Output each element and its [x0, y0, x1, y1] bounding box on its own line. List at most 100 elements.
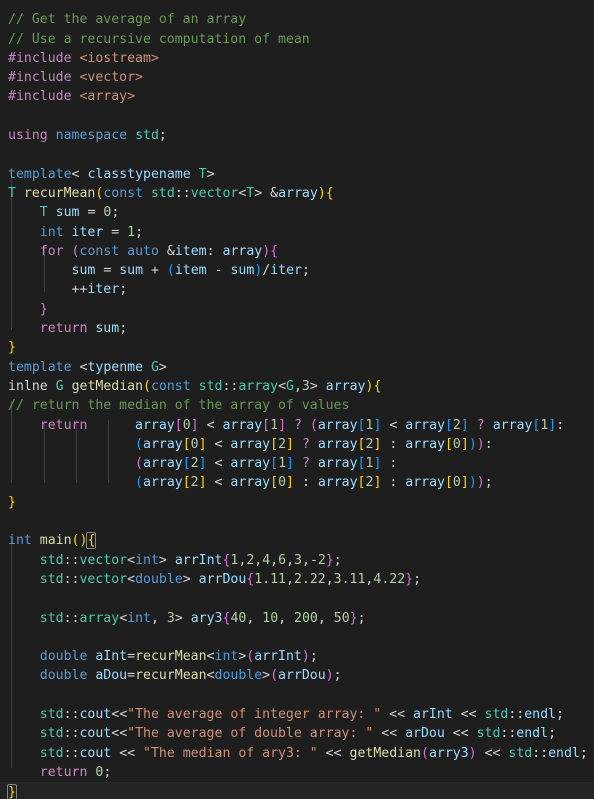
comma: , — [278, 610, 287, 626]
code-line-21[interactable]: inlne G getMedian(const std::array<G,3> … — [0, 377, 594, 396]
element-4: 4 — [262, 552, 271, 568]
code-line-34[interactable] — [0, 628, 594, 647]
paren-close: ) — [468, 436, 477, 452]
paren-open: ( — [166, 263, 175, 279]
code-line-33[interactable]: std::array<int, 3> ary3{40, 10, 200, 50}… — [0, 609, 594, 628]
keyword-const: const — [79, 243, 120, 259]
code-line-2[interactable]: // Get the average of an array — [0, 10, 594, 29]
code-line-11[interactable]: T recurMean(const std::vector<T> &array)… — [0, 184, 594, 203]
comma: , — [246, 610, 255, 626]
comma: , — [150, 610, 159, 626]
element-6: 6 — [278, 552, 287, 568]
brace-close-matched[interactable]: } — [7, 784, 17, 799]
number-one: 1 — [127, 224, 136, 240]
code-line-42-current[interactable]: } — [0, 782, 594, 799]
comma: , — [285, 571, 294, 587]
code-line-9[interactable] — [0, 145, 594, 164]
element-40: 40 — [230, 610, 247, 626]
brace-close: } — [325, 552, 334, 568]
code-line-12[interactable]: T sum = 0; — [0, 203, 594, 222]
code-line-14[interactable]: for (const auto &item: array){ — [0, 242, 594, 261]
element-3: 3 — [294, 552, 302, 568]
return-type-g: G — [55, 378, 64, 394]
scope-op: :: — [63, 706, 80, 722]
angle-open: < — [71, 166, 80, 182]
bracket-open: [ — [357, 475, 366, 491]
code-line-4[interactable]: #include <iostream> — [0, 49, 594, 68]
code-line-7[interactable] — [0, 107, 594, 126]
bracket-close: ] — [198, 436, 207, 452]
code-line-25[interactable]: (array[2] < array[1] ? array[1] : — [0, 454, 594, 473]
keyword-int: int — [135, 552, 159, 568]
angle-close: > — [182, 571, 191, 587]
code-line-13[interactable]: int iter = 1; — [0, 223, 594, 242]
variable-array: array — [317, 436, 358, 452]
code-line-3[interactable]: // Use a recursive computation of mean — [0, 30, 594, 49]
bracket-close: ] — [373, 475, 382, 491]
code-line-28[interactable] — [0, 512, 594, 531]
code-line-18[interactable]: return sum; — [0, 319, 594, 338]
code-line-29[interactable]: int main(){ — [0, 531, 594, 550]
bracket-close: ] — [373, 417, 382, 433]
code-line-36[interactable]: double aDou=recurMean<double>(arrDou); — [0, 666, 594, 685]
code-line-8[interactable]: using namespace std; — [0, 126, 594, 145]
brace-open-matched[interactable]: { — [86, 532, 97, 550]
index-0: 0 — [452, 475, 461, 491]
code-line-17[interactable]: } — [0, 300, 594, 319]
stream-op: << — [389, 706, 406, 722]
code-line-32[interactable] — [0, 589, 594, 608]
code-line-39[interactable]: std::cout<<"The average of double array:… — [0, 724, 594, 743]
keyword-inlne: inlne — [8, 378, 48, 394]
brace-close: } — [8, 494, 16, 510]
code-line-26[interactable]: (array[2] < array[0] : array[2] : array[… — [0, 473, 594, 492]
code-line-38[interactable]: std::cout<<"The average of integer array… — [0, 705, 594, 724]
semicolon: ; — [556, 706, 564, 722]
code-line-22[interactable]: // return the median of the array of val… — [0, 396, 594, 415]
keyword-for: for — [39, 243, 64, 259]
bracket-close: ] — [190, 417, 199, 433]
function-call-recurmean: recurMean — [135, 668, 207, 684]
namespace-std: std — [39, 706, 64, 722]
code-line-23[interactable]: return array[0] < array[1] ? (array[1] <… — [0, 416, 594, 435]
code-line-19[interactable]: } — [0, 338, 594, 357]
code-line-1[interactable] — [0, 0, 594, 10]
element-311: 3.11 — [333, 571, 366, 587]
paren-close: ) — [325, 668, 334, 684]
code-line-24[interactable]: (array[0] < array[2] ? array[2] : array[… — [0, 435, 594, 454]
assign-op: = — [103, 263, 112, 279]
code-line-10[interactable]: template< classtypename T> — [0, 165, 594, 184]
preprocessor-include-keyword: #include — [8, 89, 72, 105]
scope-op: :: — [63, 726, 80, 742]
paren-open: ( — [143, 378, 151, 394]
code-line-41[interactable]: return 0; — [0, 763, 594, 782]
semicolon: ; — [111, 205, 120, 221]
code-line-5[interactable]: #include <vector> — [0, 68, 594, 87]
element-neg2: 2 — [317, 552, 326, 568]
code-lines[interactable]: // Get the average of an array // Use a … — [0, 0, 594, 799]
array-size-3: 3 — [166, 610, 175, 626]
manipulator-endl: endl — [548, 745, 580, 761]
variable-array: array — [222, 417, 263, 433]
variable-array: array — [230, 436, 271, 452]
bracket-close: ] — [286, 456, 294, 472]
code-line-37[interactable] — [0, 686, 594, 705]
code-line-40[interactable]: std::cout << "The median of ary3: " << g… — [0, 744, 594, 763]
scope-op: :: — [63, 571, 80, 587]
paren-open: ( — [135, 456, 143, 472]
ternary-colon: : — [389, 456, 398, 472]
variable-array: array — [405, 436, 445, 452]
keyword-template: template — [8, 359, 72, 375]
code-line-6[interactable]: #include <array> — [0, 87, 594, 106]
code-editor[interactable]: // Get the average of an array // Use a … — [0, 0, 594, 799]
code-line-30[interactable]: std::vector<int> arrInt{1,2,4,6,3,-2}; — [0, 551, 594, 570]
code-line-16[interactable]: ++iter; — [0, 280, 594, 299]
index-2: 2 — [452, 417, 461, 433]
code-line-20[interactable]: template <typenme G> — [0, 358, 594, 377]
code-line-27[interactable]: } — [0, 493, 594, 512]
code-line-15[interactable]: sum = sum + (item - sum)/iter; — [0, 261, 594, 280]
semicolon: ; — [135, 224, 144, 240]
code-line-31[interactable]: std::vector<double> arrDou{1.11,2.22,3.1… — [0, 570, 594, 589]
code-line-35[interactable]: double aInt=recurMean<int>(arrInt); — [0, 647, 594, 666]
assign-op: = — [87, 205, 96, 221]
variable-arrint: arrInt — [174, 552, 223, 568]
